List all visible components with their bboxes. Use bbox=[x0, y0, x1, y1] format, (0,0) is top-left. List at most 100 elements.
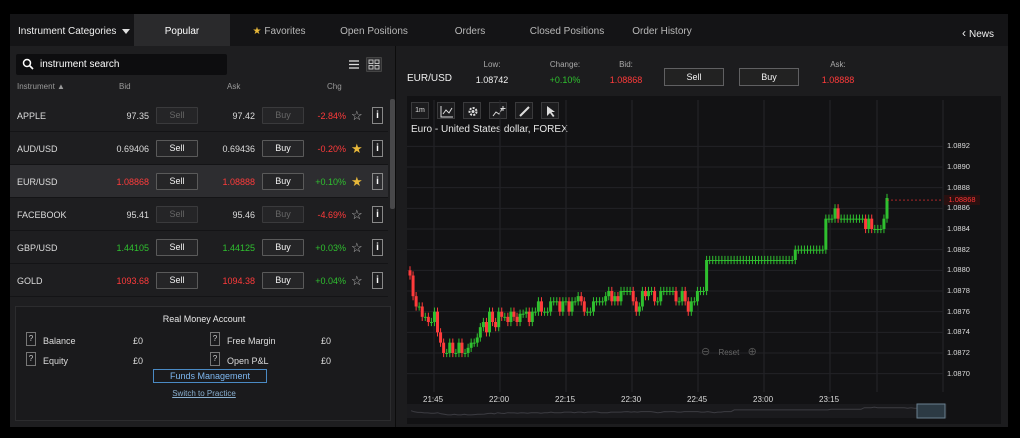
column-header-bid[interactable]: Bid bbox=[119, 82, 131, 96]
candle-body bbox=[750, 260, 754, 261]
tab-orders[interactable]: Orders bbox=[430, 14, 510, 46]
star-filled-icon[interactable]: ★ bbox=[351, 141, 363, 157]
free-margin-label: Free Margin bbox=[227, 336, 276, 346]
candle-body bbox=[478, 327, 482, 338]
star-outline-icon[interactable]: ☆ bbox=[351, 207, 363, 223]
navigator-strip[interactable] bbox=[407, 404, 947, 418]
sell-button[interactable]: Sell bbox=[156, 173, 198, 190]
candle-body bbox=[653, 291, 657, 302]
instrument-search[interactable] bbox=[16, 54, 227, 75]
help-pnl-icon[interactable]: ? bbox=[210, 352, 220, 366]
candle-body bbox=[861, 218, 865, 220]
sell-button[interactable]: Sell bbox=[156, 140, 198, 157]
switch-to-practice-link[interactable]: Switch to Practice bbox=[16, 389, 392, 398]
star-outline-icon[interactable]: ☆ bbox=[351, 108, 363, 124]
candle-body bbox=[530, 311, 534, 322]
ask-value: 1.08888 bbox=[821, 75, 855, 85]
grid-view-button[interactable] bbox=[366, 57, 382, 72]
zoom-reset-control[interactable]: ⊖ Reset ⊕ bbox=[701, 345, 757, 358]
candle-body bbox=[595, 301, 599, 303]
instrument-name: FACEBOOK bbox=[17, 210, 67, 220]
column-header-instrument[interactable]: Instrument ▲ bbox=[17, 82, 65, 96]
candle-body bbox=[821, 249, 825, 251]
zoom-in-icon[interactable]: ⊕ bbox=[748, 346, 757, 358]
candle-body bbox=[515, 316, 519, 322]
tab-open-positions[interactable]: Open Positions bbox=[328, 14, 420, 46]
info-icon[interactable]: i bbox=[372, 107, 383, 124]
candle-body bbox=[747, 260, 751, 261]
funds-management-button[interactable]: Funds Management bbox=[153, 369, 267, 383]
sell-button[interactable]: Sell bbox=[156, 272, 198, 289]
column-header-ask[interactable]: Ask bbox=[227, 82, 240, 96]
info-icon[interactable]: i bbox=[372, 140, 383, 157]
candle-body bbox=[616, 296, 620, 302]
candle-body bbox=[466, 347, 470, 353]
instrument-row[interactable]: EUR/USD 1.08868 Sell 1.08888 Buy +0.10% ★ i bbox=[10, 165, 388, 198]
candle-body bbox=[512, 311, 516, 317]
star-outline-icon[interactable]: ☆ bbox=[351, 273, 363, 289]
instrument-row[interactable]: AUD/USD 0.69406 Sell 0.69436 Buy -0.20% ★ i bbox=[10, 132, 388, 165]
tab-closed-positions[interactable]: Closed Positions bbox=[518, 14, 616, 46]
instrument-categories-label: Instrument Categories bbox=[18, 26, 117, 37]
candle-body bbox=[463, 353, 467, 354]
info-icon[interactable]: i bbox=[372, 239, 383, 256]
candle-body bbox=[873, 229, 877, 230]
ask-price: 1.08888 bbox=[222, 177, 255, 187]
help-balance-icon[interactable]: ? bbox=[26, 332, 36, 346]
instrument-row[interactable]: APPLE 97.35 Sell 97.42 Buy -2.84% ☆ i bbox=[10, 99, 388, 132]
price-chart[interactable]: 1m Euro - United States dollar, FOREX 1.… bbox=[407, 96, 1001, 424]
sell-button[interactable]: Sell bbox=[156, 239, 198, 256]
sell-button[interactable]: Sell bbox=[156, 206, 198, 223]
candle-body bbox=[802, 249, 806, 251]
list-scrollbar[interactable] bbox=[390, 99, 395, 209]
candle-body bbox=[591, 301, 595, 312]
buy-button[interactable]: Buy bbox=[262, 107, 304, 124]
info-icon[interactable]: i bbox=[372, 173, 383, 190]
candle-body bbox=[723, 260, 727, 261]
candle-body bbox=[533, 311, 537, 313]
buy-button[interactable]: Buy bbox=[262, 206, 304, 223]
chart-buy-button[interactable]: Buy bbox=[739, 68, 799, 86]
candle-body bbox=[570, 301, 574, 312]
chart-sell-button[interactable]: Sell bbox=[664, 68, 724, 86]
candle-body bbox=[423, 316, 427, 318]
x-tick-label: 22:30 bbox=[621, 395, 642, 404]
buy-button[interactable]: Buy bbox=[262, 173, 304, 190]
news-label: News bbox=[968, 29, 994, 40]
buy-button[interactable]: Buy bbox=[262, 239, 304, 256]
news-button[interactable]: ‹ News bbox=[962, 26, 994, 40]
candle-body bbox=[634, 301, 638, 312]
star-filled-icon[interactable]: ★ bbox=[351, 174, 363, 190]
change-percent: -0.20% bbox=[317, 144, 346, 154]
tab-popular-label: Popular bbox=[164, 26, 200, 37]
candle-body bbox=[830, 218, 834, 220]
help-equity-icon[interactable]: ? bbox=[26, 352, 36, 366]
instrument-row[interactable]: GOLD 1093.68 Sell 1094.38 Buy +0.04% ☆ i bbox=[10, 264, 388, 297]
column-header-chg[interactable]: Chg bbox=[327, 82, 342, 96]
zoom-out-icon[interactable]: ⊖ bbox=[701, 346, 710, 358]
search-input[interactable] bbox=[40, 56, 220, 72]
instrument-categories-dropdown[interactable]: Instrument Categories bbox=[18, 26, 131, 37]
tab-popular[interactable]: Popular bbox=[134, 14, 230, 46]
instrument-row[interactable]: GBP/USD 1.44105 Sell 1.44125 Buy +0.03% ☆ i bbox=[10, 231, 388, 264]
instrument-row[interactable]: FACEBOOK 95.41 Sell 95.46 Buy -4.69% ☆ i bbox=[10, 198, 388, 231]
buy-button[interactable]: Buy bbox=[262, 140, 304, 157]
candle-body bbox=[698, 291, 702, 292]
info-icon[interactable]: i bbox=[372, 206, 383, 223]
tab-favorites[interactable]: ★ Favorites bbox=[234, 14, 324, 46]
navigator-handle[interactable] bbox=[916, 403, 946, 419]
candle-body bbox=[631, 291, 635, 302]
sell-button[interactable]: Sell bbox=[156, 107, 198, 124]
list-view-button[interactable] bbox=[346, 57, 362, 72]
candle-body bbox=[448, 342, 452, 353]
help-free-margin-icon[interactable]: ? bbox=[210, 332, 220, 346]
star-outline-icon[interactable]: ☆ bbox=[351, 240, 363, 256]
tab-order-history[interactable]: Order History bbox=[622, 14, 702, 46]
instrument-name: GOLD bbox=[17, 276, 43, 286]
info-icon[interactable]: i bbox=[372, 272, 383, 289]
candle-body bbox=[656, 301, 660, 303]
buy-button[interactable]: Buy bbox=[262, 272, 304, 289]
balance-value: £0 bbox=[133, 336, 144, 346]
candle-body bbox=[668, 291, 672, 292]
candle-body bbox=[683, 291, 687, 302]
